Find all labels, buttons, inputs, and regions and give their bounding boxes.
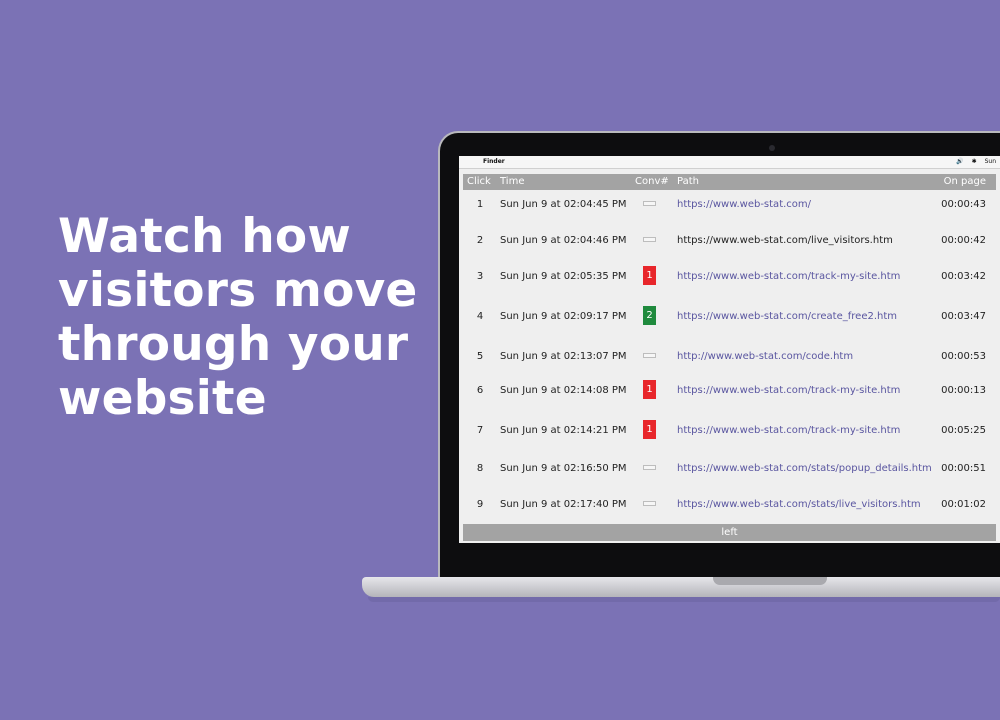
menu-bar: Finder 🔊 ✱ Sun [459, 156, 1000, 169]
conversion-badge: 1 [643, 380, 656, 399]
time-on-page: 00:00:42 [941, 235, 986, 246]
headline-line-3: through your [58, 317, 409, 372]
table-row[interactable]: 5 Sun Jun 9 at 02:13:07 PM http://www.web-… [463, 342, 996, 372]
visit-time: Sun Jun 9 at 02:16:50 PM [500, 463, 627, 474]
page-path-link[interactable]: https://www.web-stat.com/track-my-site.h… [677, 425, 900, 436]
time-on-page: 00:01:02 [941, 499, 986, 510]
click-number: 5 [476, 351, 484, 362]
time-on-page: 00:03:42 [941, 271, 986, 282]
table-header: Click Time Conv# Path On page [463, 174, 996, 190]
table-row[interactable]: 6 Sun Jun 9 at 02:14:08 PM 1 https://www.we… [463, 376, 996, 406]
menu-status: 🔊 ✱ Sun [950, 158, 996, 165]
time-on-page: 00:05:25 [941, 425, 986, 436]
visit-time: Sun Jun 9 at 02:14:21 PM [500, 425, 627, 436]
laptop-screen: Finder 🔊 ✱ Sun Click Time Conv# Path On … [459, 156, 1000, 543]
visit-time: Sun Jun 9 at 02:04:45 PM [500, 199, 627, 210]
headline-line-2: visitors move [58, 263, 418, 318]
visit-time: Sun Jun 9 at 02:13:07 PM [500, 351, 627, 362]
headline-line-1: Watch how [58, 209, 352, 264]
page-path-link[interactable]: https://www.web-stat.com/track-my-site.h… [677, 385, 900, 396]
visit-time: Sun Jun 9 at 02:14:08 PM [500, 385, 627, 396]
conversion-empty [643, 501, 656, 506]
conversion-badge: 2 [643, 306, 656, 325]
visit-time: Sun Jun 9 at 02:09:17 PM [500, 311, 627, 322]
conversion-empty [643, 353, 656, 358]
header-path[interactable]: Path [677, 176, 699, 187]
conversion-cell: 1 [641, 266, 659, 286]
click-number: 3 [476, 271, 484, 282]
time-on-page: 00:00:43 [941, 199, 986, 210]
conversion-badge: 1 [643, 266, 656, 285]
header-on-page[interactable]: On page [944, 176, 986, 187]
page-path-link[interactable]: https://www.web-stat.com/stats/popup_det… [677, 463, 932, 474]
page-path-link[interactable]: https://www.web-stat.com/track-my-site.h… [677, 271, 900, 282]
page-path-link[interactable]: https://www.web-stat.com/live_visitors.h… [677, 235, 893, 246]
table-row[interactable]: 7 Sun Jun 9 at 02:14:21 PM 1 https://www.we… [463, 416, 996, 446]
click-number: 4 [476, 311, 484, 322]
headline: Watch how visitors move through your web… [58, 210, 438, 426]
conversion-cell: 2 [641, 306, 659, 326]
page-path-link[interactable]: https://www.web-stat.com/create_free2.ht… [677, 311, 897, 322]
laptop-notch [713, 577, 827, 585]
page-path-link[interactable]: https://www.web-stat.com/ [677, 199, 811, 210]
table-row[interactable]: 8 Sun Jun 9 at 02:16:50 PM https://www.web… [463, 454, 996, 484]
camera-icon [769, 145, 775, 151]
menu-clock[interactable]: Sun [985, 158, 996, 165]
click-number: 7 [476, 425, 484, 436]
conversion-cell [641, 494, 659, 514]
conversion-empty [643, 201, 656, 206]
table-row[interactable]: 2 Sun Jun 9 at 02:04:46 PM https://www.web… [463, 226, 996, 256]
conversion-empty [643, 237, 656, 242]
visit-time: Sun Jun 9 at 02:17:40 PM [500, 499, 627, 510]
header-conv[interactable]: Conv# [635, 176, 669, 187]
header-click[interactable]: Click [467, 176, 491, 187]
time-on-page: 00:00:13 [941, 385, 986, 396]
table-row[interactable]: 3 Sun Jun 9 at 02:05:35 PM 1 https://www.we… [463, 262, 996, 292]
table-footer: left [463, 524, 996, 541]
table-row[interactable]: 4 Sun Jun 9 at 02:09:17 PM 2 https://www.we… [463, 302, 996, 332]
headline-line-4: website [58, 371, 267, 426]
click-number: 2 [476, 235, 484, 246]
time-on-page: 00:00:51 [941, 463, 986, 474]
header-time[interactable]: Time [500, 176, 524, 187]
visitor-path-table: 1 Sun Jun 9 at 02:04:45 PM https://www.web… [463, 190, 996, 522]
conversion-cell: 1 [641, 420, 659, 440]
time-on-page: 00:03:47 [941, 311, 986, 322]
laptop-base [362, 577, 1000, 597]
bluetooth-icon[interactable]: ✱ [972, 158, 977, 165]
conversion-cell [641, 346, 659, 366]
conversion-badge: 1 [643, 420, 656, 439]
volume-icon[interactable]: 🔊 [956, 158, 963, 165]
visit-time: Sun Jun 9 at 02:05:35 PM [500, 271, 627, 282]
conversion-cell: 1 [641, 380, 659, 400]
visit-time: Sun Jun 9 at 02:04:46 PM [500, 235, 627, 246]
click-number: 1 [476, 199, 484, 210]
click-number: 8 [476, 463, 484, 474]
laptop-shadow [368, 597, 1000, 602]
table-row[interactable]: 1 Sun Jun 9 at 02:04:45 PM https://www.web… [463, 190, 996, 220]
click-number: 9 [476, 499, 484, 510]
conversion-empty [643, 465, 656, 470]
conversion-cell [641, 458, 659, 478]
page-path-link[interactable]: http://www.web-stat.com/code.htm [677, 351, 853, 362]
menu-app-name[interactable]: Finder [483, 158, 505, 165]
conversion-cell [641, 230, 659, 250]
page-path-link[interactable]: https://www.web-stat.com/stats/live_visi… [677, 499, 921, 510]
time-on-page: 00:00:53 [941, 351, 986, 362]
conversion-cell [641, 194, 659, 214]
click-number: 6 [476, 385, 484, 396]
table-row[interactable]: 9 Sun Jun 9 at 02:17:40 PM https://www.web… [463, 490, 996, 520]
